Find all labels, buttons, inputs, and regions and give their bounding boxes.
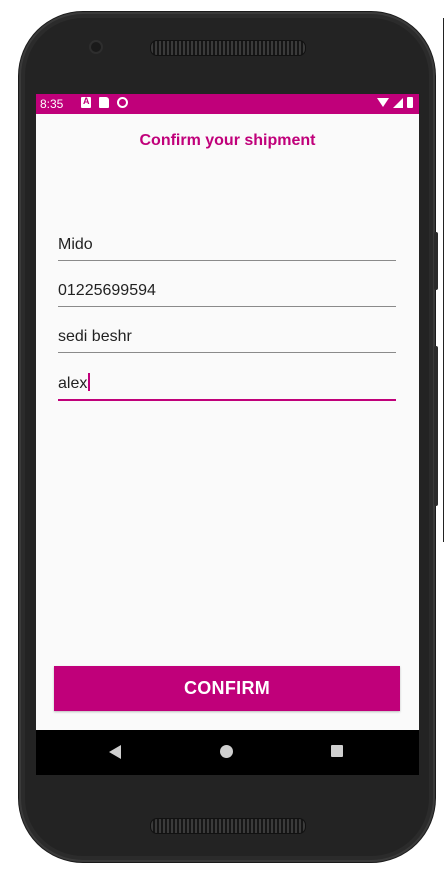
battery-icon xyxy=(407,97,413,108)
address-field-value: sedi beshr xyxy=(58,328,132,345)
home-icon[interactable] xyxy=(220,745,233,758)
bottom-speaker xyxy=(150,818,306,834)
window-edge xyxy=(443,18,444,542)
name-field[interactable]: Mido xyxy=(58,234,396,261)
page-title: Confirm your shipment xyxy=(139,132,316,149)
city-field[interactable]: alex xyxy=(58,373,396,401)
top-speaker xyxy=(150,40,306,56)
phone-field[interactable]: 01225699594 xyxy=(58,280,396,307)
status-time: 8:35 xyxy=(40,97,64,111)
signal-icon xyxy=(393,97,403,108)
city-field-value: alex xyxy=(58,375,88,392)
back-icon[interactable] xyxy=(109,745,121,759)
phone-field-value: 01225699594 xyxy=(58,282,156,299)
status-notification-icons xyxy=(81,96,128,108)
camera-icon xyxy=(91,42,101,52)
navigation-bar xyxy=(36,730,419,775)
status-bar: 8:35 xyxy=(36,94,419,114)
confirm-button[interactable]: CONFIRM xyxy=(54,666,400,711)
address-field[interactable]: sedi beshr xyxy=(58,326,396,353)
volume-button xyxy=(434,232,438,290)
sd-card-icon xyxy=(99,97,109,108)
status-system-icons xyxy=(377,97,413,108)
text-cursor xyxy=(88,373,90,391)
wifi-icon xyxy=(377,98,389,107)
power-button xyxy=(434,346,438,506)
app-screen: 8:35 Confirm your shipment Mido 01225699… xyxy=(36,94,419,775)
sync-icon xyxy=(117,97,128,108)
a-icon xyxy=(81,96,91,108)
recents-icon[interactable] xyxy=(331,745,343,757)
name-field-value: Mido xyxy=(58,236,93,253)
